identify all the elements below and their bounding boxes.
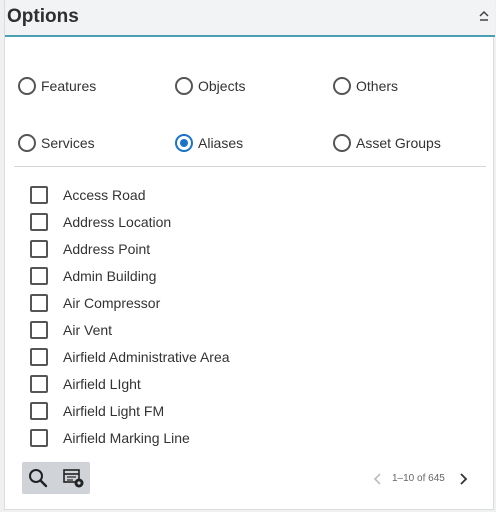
list-item-label: Airfield Light FM [63, 403, 165, 419]
radio-circle [333, 77, 351, 95]
list-item[interactable]: Address Point [30, 239, 150, 259]
radio-objects[interactable]: Objects [175, 75, 245, 97]
radio-label: Objects [198, 78, 246, 94]
radio-aliases[interactable]: Aliases [175, 132, 243, 154]
list-item[interactable]: Admin Building [30, 266, 156, 286]
radio-circle [175, 77, 193, 95]
pager-range: 1–10 of 645 [392, 473, 445, 484]
radio-circle [18, 77, 36, 95]
list-item[interactable]: Access Road [30, 185, 145, 205]
list-item-label: Airfield LIght [63, 376, 141, 392]
checkbox[interactable] [30, 240, 48, 258]
checkbox[interactable] [30, 321, 48, 339]
list-item-label: Address Point [63, 241, 151, 257]
prev-page-icon[interactable] [371, 471, 385, 487]
options-panel: Options Features Objects Others Services… [4, 0, 495, 510]
divider [14, 166, 486, 167]
radio-label: Asset Groups [356, 135, 441, 151]
radio-label: Services [41, 135, 95, 151]
collapse-icon[interactable] [477, 10, 491, 24]
checkbox[interactable] [30, 267, 48, 285]
list-item[interactable]: Airfield LIght [30, 374, 141, 394]
list-item[interactable]: Air Vent [30, 320, 112, 340]
radio-asset-groups[interactable]: Asset Groups [333, 132, 441, 154]
checkbox[interactable] [30, 294, 48, 312]
radio-circle-selected [175, 134, 193, 152]
list-item[interactable]: Airfield Administrative Area [30, 347, 230, 367]
radio-label: Features [41, 78, 97, 94]
next-page-icon[interactable] [456, 471, 470, 487]
list-item-label: Access Road [63, 187, 146, 203]
table-settings-icon[interactable] [62, 466, 86, 490]
checkbox[interactable] [30, 429, 48, 447]
list-item-label: Address Location [63, 214, 172, 230]
list-item-label: Admin Building [63, 268, 157, 284]
checkbox[interactable] [30, 402, 48, 420]
list-item[interactable]: Airfield Marking Line [30, 428, 190, 448]
checkbox[interactable] [30, 186, 48, 204]
list-item[interactable]: Air Compressor [30, 293, 160, 313]
list-toolbar [22, 462, 90, 494]
radio-label: Others [356, 78, 399, 94]
list-item-label: Air Vent [63, 322, 113, 338]
list-item-label: Airfield Marking Line [63, 430, 190, 446]
checkbox[interactable] [30, 213, 48, 231]
list-item-label: Air Compressor [63, 295, 161, 311]
panel-title: Options [7, 6, 79, 27]
options-header: Options [5, 0, 495, 37]
list-item-label: Airfield Administrative Area [63, 349, 230, 365]
radio-services[interactable]: Services [18, 132, 95, 154]
radio-features[interactable]: Features [18, 75, 96, 97]
checkbox[interactable] [30, 348, 48, 366]
checkbox[interactable] [30, 375, 48, 393]
list-item[interactable]: Airfield Light FM [30, 401, 164, 421]
search-icon[interactable] [26, 466, 50, 490]
radio-circle [333, 134, 351, 152]
radio-label: Aliases [198, 135, 244, 151]
radio-circle [18, 134, 36, 152]
list-item[interactable]: Address Location [30, 212, 171, 232]
radio-others[interactable]: Others [333, 75, 398, 97]
